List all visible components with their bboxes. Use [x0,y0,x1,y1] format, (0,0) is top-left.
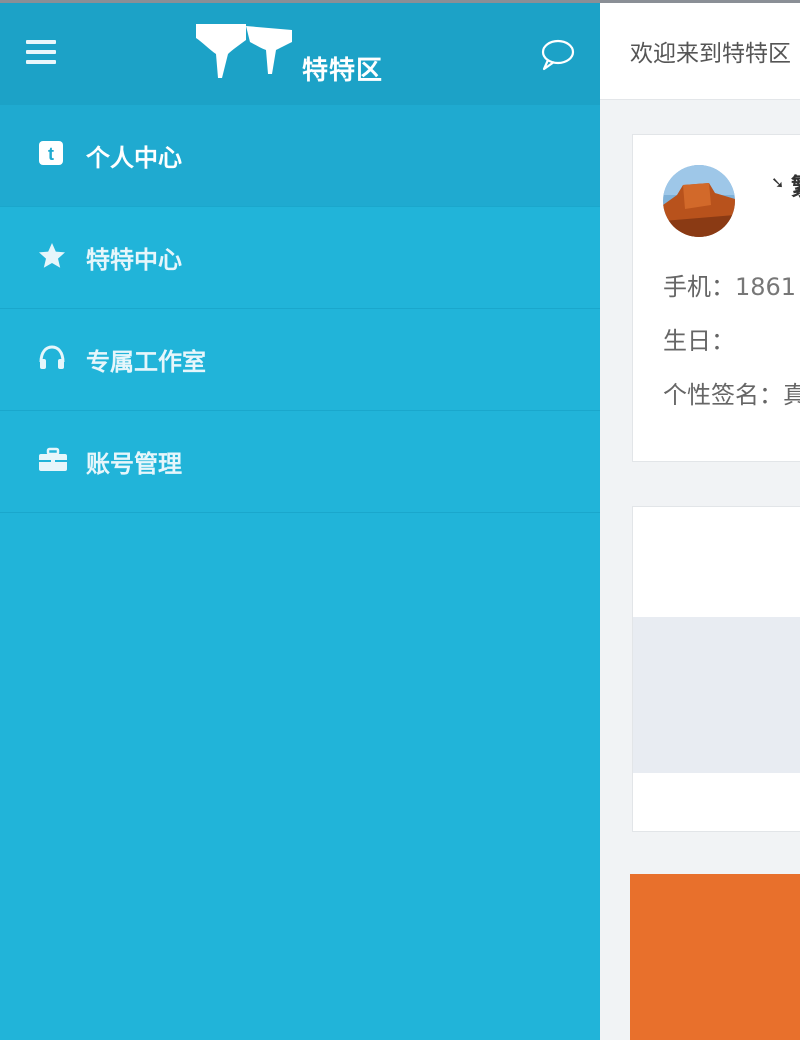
menu-icon[interactable] [26,40,56,64]
profile-card[interactable]: ➘ 繁 手机：1861 生日： 个性签名：真 [632,134,800,462]
content-card [632,506,800,832]
main-header: 欢迎来到特特区 [600,0,800,100]
drawer-header: 特特区 [0,0,600,105]
navigation-drawer: 特特区 t 个人中心 特特中心 专属工作室 账号管理 [0,0,600,1040]
brand-name: 特特区 [302,56,384,86]
menu-item-studio[interactable]: 专属工作室 [0,309,600,411]
chat-bubble-icon[interactable] [538,38,576,72]
app-logo: 特特区 [194,20,404,86]
phone-row: 手机：1861 [663,267,796,302]
signature-row: 个性签名：真 [663,375,800,410]
orange-banner[interactable] [630,874,800,1040]
menu-item-personal-center[interactable]: t 个人中心 [0,105,600,207]
briefcase-icon [38,446,68,476]
menu-item-label: 专属工作室 [86,348,206,376]
svg-text:t: t [48,144,54,164]
signature-value: 真 [783,381,800,409]
signature-label: 个性签名： [663,381,783,409]
status-line [0,0,800,3]
star-icon [38,242,68,272]
arrow-down-right-icon: ➘ [771,173,785,192]
welcome-text: 欢迎来到特特区 [630,41,791,67]
menu-item-label: 个人中心 [86,144,182,172]
logo-mark-icon [196,24,292,78]
avatar[interactable] [663,165,735,237]
menu-item-tete-center[interactable]: 特特中心 [0,207,600,309]
menu-item-label: 特特中心 [86,246,182,274]
birthday-label: 生日： [663,327,735,355]
content-band [633,617,800,773]
user-name: 繁 [791,167,800,202]
birthday-row: 生日： [663,321,735,356]
main-content: 欢迎来到特特区 ➘ 繁 手机：1861 生日： 个性签名：真 [600,0,800,1040]
tumblr-t-icon: t [38,140,68,170]
drawer-menu: t 个人中心 特特中心 专属工作室 账号管理 [0,105,600,513]
menu-item-label: 账号管理 [86,450,182,478]
phone-value: 1861 [735,273,797,301]
menu-item-account[interactable]: 账号管理 [0,411,600,513]
phone-label: 手机： [663,273,735,301]
headphones-icon [38,344,68,374]
